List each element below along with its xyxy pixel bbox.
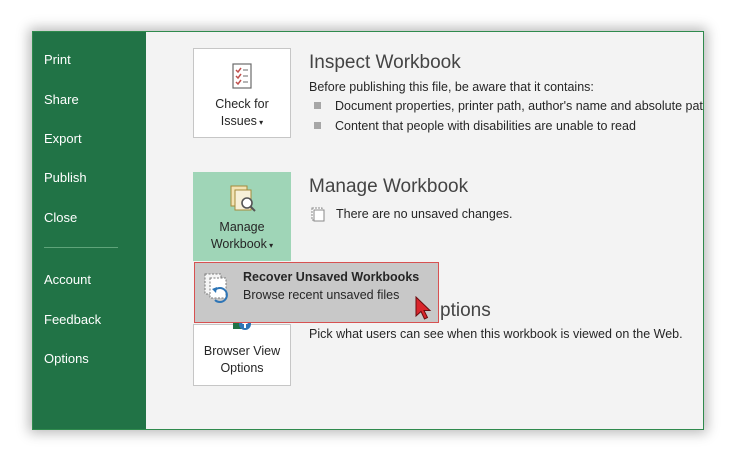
sidebar-item-close[interactable]: Close: [44, 210, 77, 225]
sidebar-item-share[interactable]: Share: [44, 92, 79, 107]
bullet-icon: [314, 102, 321, 109]
excel-backstage-window: Print Share Export Publish Close Account…: [32, 31, 704, 430]
manage-workbook-label-2: Workbook ▾: [194, 236, 290, 254]
document-icon: [311, 207, 325, 222]
sidebar-divider: [44, 247, 118, 248]
browser-view-options-desc: Pick what users can see when this workbo…: [309, 327, 683, 341]
recover-unsaved-subtitle: Browse recent unsaved files: [243, 288, 400, 302]
sidebar-item-feedback[interactable]: Feedback: [44, 312, 101, 327]
sidebar-item-publish[interactable]: Publish: [44, 170, 87, 185]
sidebar-item-export[interactable]: Export: [44, 131, 82, 146]
backstage-sidebar: Print Share Export Publish Close Account…: [33, 32, 146, 429]
inspect-workbook-title: Inspect Workbook: [309, 52, 461, 73]
checklist-icon: [232, 63, 252, 89]
browser-view-label-2: Options: [220, 361, 264, 375]
bullet-icon: [314, 122, 321, 129]
inspect-bullet-1: Document properties, printer path, autho…: [335, 99, 703, 113]
sidebar-item-print[interactable]: Print: [44, 52, 71, 67]
dropdown-arrow-icon: ▾: [256, 118, 264, 127]
manage-workbook-icon: [230, 185, 256, 212]
inspect-workbook-desc: Before publishing this file, be aware th…: [309, 80, 594, 94]
browser-view-options-button[interactable]: Browser View Options: [193, 317, 291, 386]
inspect-bullet-2: Content that people with disabilities ar…: [335, 119, 636, 133]
manage-workbook-label: Manage: [219, 220, 265, 234]
recover-unsaved-workbooks-menu-item[interactable]: Recover Unsaved Workbooks Browse recent …: [194, 262, 439, 323]
issues-label: Issues: [220, 114, 257, 128]
recover-unsaved-icon: [204, 273, 228, 303]
info-main-panel: Check for Issues ▾ Inspect Workbook Befo…: [146, 32, 703, 429]
recover-unsaved-title: Recover Unsaved Workbooks: [243, 270, 420, 284]
manage-workbook-button[interactable]: Manage Workbook ▾: [193, 172, 291, 261]
browser-view-options-title: ptions: [440, 300, 491, 321]
dropdown-arrow-icon: ▾: [266, 241, 274, 250]
check-for-issues-label: Check for: [215, 97, 269, 111]
manage-workbook-title: Manage Workbook: [309, 176, 469, 197]
workbook-label: Workbook: [210, 237, 267, 251]
sidebar-item-options[interactable]: Options: [44, 351, 89, 366]
sidebar-item-account[interactable]: Account: [44, 272, 91, 287]
manage-workbook-status: There are no unsaved changes.: [336, 207, 513, 221]
browser-view-label: Browser View: [203, 344, 281, 358]
mouse-cursor-icon: [415, 296, 432, 320]
check-for-issues-button[interactable]: Check for Issues ▾: [193, 48, 291, 138]
check-for-issues-label-2: Issues ▾: [194, 113, 290, 131]
